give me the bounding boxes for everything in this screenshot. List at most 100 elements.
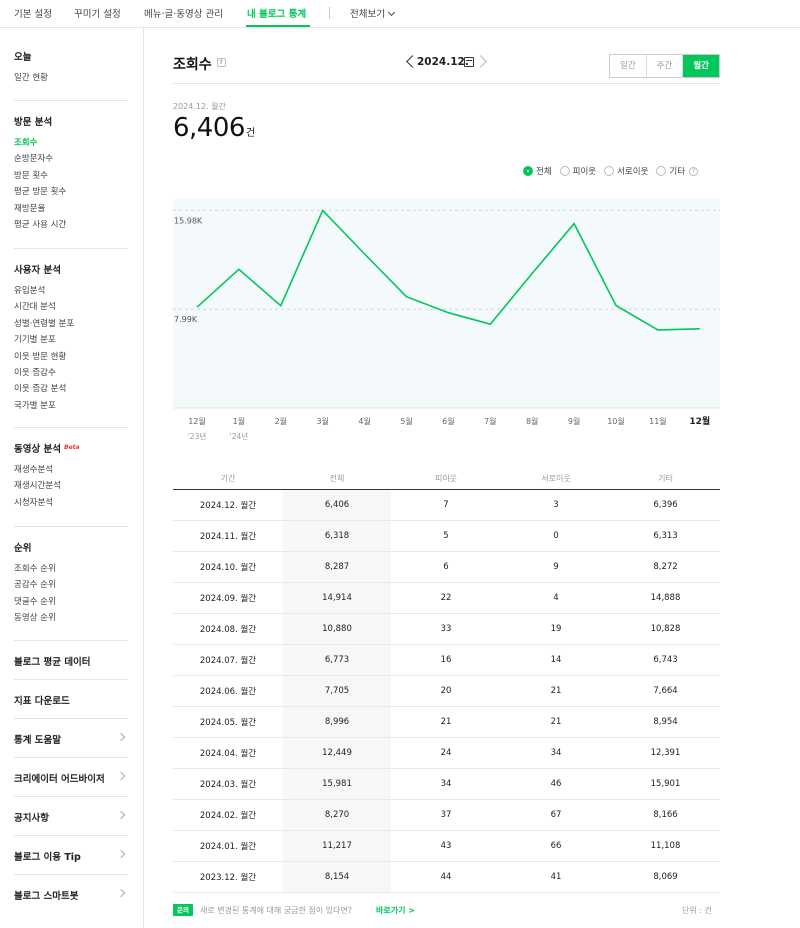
sidebar-link-download[interactable]: 지표 다운로드: [14, 693, 128, 707]
sidebar-item-neighbor-change[interactable]: 이웃 증감수: [14, 365, 128, 381]
filter-mutual-neighbor[interactable]: 서로이웃: [604, 165, 648, 177]
table-cell: 11,108: [611, 830, 720, 862]
sidebar-heading-visit: 방문 분석: [14, 117, 53, 128]
sidebar-divider: [14, 526, 128, 527]
next-period-icon[interactable]: [474, 55, 487, 68]
view-all-menu[interactable]: 전체보기: [350, 6, 396, 20]
sidebar-heading-video: 동영상 분석 Beta: [14, 441, 128, 455]
views-table: 기간 전체 피이웃 서로이웃 기타 2024.12. 월간 6,406 7 3 6,396 202…: [173, 468, 720, 893]
sidebar-link-smartbot[interactable]: 블로그 스마트봇: [14, 888, 128, 902]
filter-neighbor[interactable]: 피이웃: [559, 165, 597, 177]
sidebar-item-comments-rank[interactable]: 댓글수 순위: [14, 594, 128, 610]
sidebar-item-viewers[interactable]: 시청자분석: [14, 495, 128, 511]
sidebar-divider: [14, 248, 128, 249]
x-tick-label: 10월: [607, 416, 625, 426]
table-cell: 2024.01. 월간: [173, 830, 283, 862]
tab-blog-stats[interactable]: 내 블로그 통계: [247, 6, 306, 20]
help-icon[interactable]: ?: [689, 166, 699, 176]
table-cell: 8,996: [283, 706, 391, 738]
sidebar-item-neighbor-visits[interactable]: 이웃 방문 현황: [14, 349, 128, 365]
sidebar-item-views-rank[interactable]: 조회수 순위: [14, 561, 128, 577]
table-header-cell: 피이웃: [391, 468, 501, 490]
sidebar-heading-rank: 순위: [14, 543, 32, 554]
y-tick-label: 15.98K: [174, 216, 203, 225]
table-cell: 33: [391, 613, 501, 645]
sidebar-link-notices[interactable]: 공지사항: [14, 810, 128, 824]
table-cell: 37: [391, 799, 501, 831]
table-cell: 8,954: [611, 706, 720, 738]
nav-divider: [329, 7, 330, 19]
sidebar-divider: [14, 427, 128, 428]
sidebar-item-daily-status[interactable]: 일간 현황: [14, 70, 128, 86]
sidebar-item-visit-count[interactable]: 방문 횟수: [14, 168, 128, 184]
sidebar-item-gender-age[interactable]: 성별·연령별 분포: [14, 316, 128, 332]
sidebar-item-time-analysis[interactable]: 시간대 분석: [14, 299, 128, 315]
sidebar-item-neighbor-change-analysis[interactable]: 이웃 증감 분석: [14, 381, 128, 397]
table-cell: 14,914: [283, 582, 391, 614]
filter-neighbor-label: 피이웃: [572, 167, 597, 177]
period-tab-weekly[interactable]: 주간: [647, 55, 684, 77]
table-cell: 41: [501, 861, 611, 893]
sidebar-item-inflow[interactable]: 유입분석: [14, 283, 128, 299]
table-cell: 15,981: [283, 768, 391, 800]
table-cell: 2024.08. 월간: [173, 613, 283, 645]
sidebar-item-avg-visits[interactable]: 평균 방문 횟수: [14, 184, 128, 200]
table-cell: 24: [391, 737, 501, 769]
y-tick-label: 7.99K: [174, 315, 198, 324]
table-cell: 6,313: [611, 520, 720, 552]
sidebar-item-country[interactable]: 국가별 분포: [14, 398, 128, 414]
sidebar-heading-video-label: 동영상 분석: [14, 444, 62, 455]
tab-basic-settings[interactable]: 기본 설정: [14, 6, 52, 20]
sidebar-link-tips[interactable]: 블로그 이용 Tip: [14, 849, 128, 863]
sidebar-heading-today: 오늘: [14, 52, 32, 63]
sidebar-group-today: 오늘 일간 현황: [14, 49, 128, 86]
x-tick-label: 11월: [649, 416, 667, 426]
table-cell: 2024.06. 월간: [173, 675, 283, 707]
filter-all[interactable]: 전체: [523, 165, 552, 177]
sidebar-item-revisit-rate[interactable]: 재방문율: [14, 201, 128, 217]
table-header-cell: 서로이웃: [501, 468, 611, 490]
table-row: 2024.05. 월간 8,996 21 21 8,954: [173, 706, 720, 738]
sidebar-link-avg-data[interactable]: 블로그 평균 데이터: [14, 654, 128, 668]
x-tick-label: 9월: [568, 416, 580, 426]
sidebar-item-video-rank[interactable]: 동영상 순위: [14, 610, 128, 626]
table-cell: 20: [391, 675, 501, 707]
filter-other[interactable]: 기타?: [656, 165, 699, 177]
sidebar-item-play-time[interactable]: 재생시간분석: [14, 478, 128, 494]
sidebar-item-unique-visitors[interactable]: 순방문자수: [14, 151, 128, 167]
page-title: 조회수?: [173, 54, 226, 74]
table-cell: 6,318: [283, 520, 391, 552]
table-cell: 14: [501, 644, 611, 676]
sidebar-link-help-label: 통계 도움말: [14, 735, 62, 746]
table-cell: 21: [501, 675, 611, 707]
inquiry-link[interactable]: 바로가기 >: [376, 905, 415, 916]
table-row: 2024.04. 월간 12,449 24 34 12,391: [173, 737, 720, 769]
help-icon[interactable]: ?: [216, 57, 226, 67]
table-cell: 21: [501, 706, 611, 738]
sidebar-item-likes-rank[interactable]: 공감수 순위: [14, 577, 128, 593]
sidebar-link-help[interactable]: 통계 도움말: [14, 732, 128, 746]
table-cell: 66: [501, 830, 611, 862]
sidebar-heading-user: 사용자 분석: [14, 265, 62, 276]
beta-badge: Beta: [64, 444, 80, 451]
x-tick-label: 6월: [442, 416, 454, 426]
summary-total: 6,406건: [173, 113, 255, 143]
calendar-icon[interactable]: [464, 57, 474, 67]
period-tab-monthly[interactable]: 월간: [683, 55, 720, 77]
period-tab-daily[interactable]: 일간: [610, 55, 647, 77]
tab-design-settings[interactable]: 꾸미기 설정: [74, 6, 121, 20]
sidebar-item-play-count[interactable]: 재생수분석: [14, 462, 128, 478]
sidebar-divider: [14, 757, 128, 758]
summary-period: 2024.12. 월간: [173, 102, 226, 111]
x-tick-label: 12월: [689, 415, 710, 427]
x-tick-label: 4월: [358, 416, 370, 426]
tab-content-management[interactable]: 메뉴·글·동영상 관리: [144, 6, 223, 20]
sidebar-item-views[interactable]: 조회수: [14, 135, 128, 151]
radio-icon: [559, 166, 570, 176]
sidebar-link-creator-advisor[interactable]: 크리에이터 어드바이저: [14, 771, 128, 785]
table-cell: 8,154: [283, 861, 391, 893]
table-cell: 8,287: [283, 551, 391, 583]
sidebar-item-device[interactable]: 기기별 분포: [14, 332, 128, 348]
sidebar-item-avg-time[interactable]: 평균 사용 시간: [14, 217, 128, 233]
radio-icon: [656, 166, 667, 176]
